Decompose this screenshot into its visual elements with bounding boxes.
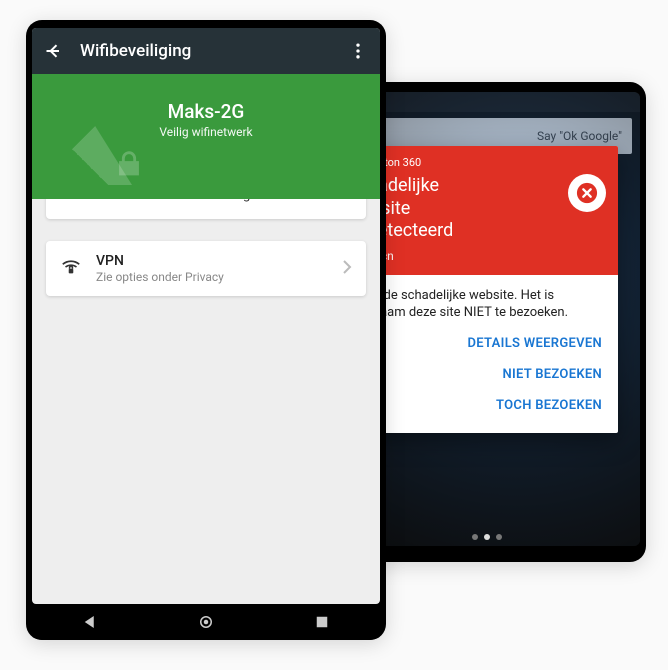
network-status: Veilig wifinetwerk [52,125,360,139]
appbar-title: Wifibeveiliging [80,41,332,61]
nav-recents-icon[interactable] [313,613,331,631]
phone-front: Wifibeveiliging Maks-2G Veilig wifinetwe… [26,20,386,640]
network-hero: Maks-2G Veilig wifinetwerk [32,74,380,199]
vpn-texts: VPN Zie opties onder Privacy [96,253,328,284]
lock-icon [112,147,146,181]
back-arrow-icon[interactable] [44,41,64,61]
chevron-right-icon [342,259,352,279]
overflow-menu-icon[interactable] [348,41,368,61]
close-icon [576,182,598,204]
vpn-title: VPN [96,253,328,269]
android-nav-bar [32,604,380,640]
nav-back-icon[interactable] [81,613,99,631]
phone-front-screen: Wifibeveiliging Maks-2G Veilig wifinetwe… [32,28,380,604]
close-button[interactable] [568,174,606,212]
network-name: Maks-2G [52,100,360,123]
vpn-subtitle: Zie opties onder Privacy [96,270,328,284]
warning-domain: tiktok.cn [348,249,604,263]
vpn-card[interactable]: VPN Zie opties onder Privacy [46,241,366,296]
warning-title: Schadelijke website gedetecteerd [348,175,604,243]
nav-home-icon[interactable] [197,613,215,631]
vpn-wifi-lock-icon [60,256,82,282]
warning-app-row: Norton 360 [348,156,604,169]
app-bar: Wifibeveiliging [32,28,380,74]
